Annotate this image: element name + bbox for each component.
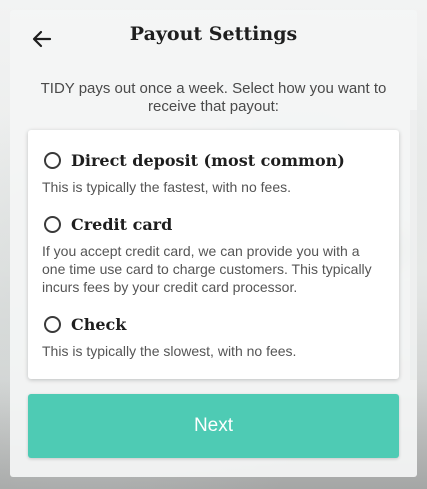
option-label: Direct deposit (most common) [71,151,345,170]
radio-direct-deposit[interactable] [44,152,61,169]
option-header: Check [42,314,385,338]
next-button[interactable]: Next [28,394,399,458]
option-label: Credit card [71,215,173,234]
payout-settings-panel: Payout Settings TIDY pays out once a wee… [10,10,417,477]
option-description: If you accept credit card, we can provid… [42,243,372,295]
option-header: Credit card [42,214,385,238]
payout-options-card: Direct deposit (most common) This is typ… [28,130,399,379]
page-title: Payout Settings [129,23,298,45]
option-credit-card[interactable]: Credit card If you accept credit card, w… [42,214,385,296]
intro-text: TIDY pays out once a week. Select how yo… [40,80,387,115]
option-direct-deposit[interactable]: Direct deposit (most common) This is typ… [42,150,385,196]
option-description: This is typically the fastest, with no f… [42,179,291,195]
option-check[interactable]: Check This is typically the slowest, wit… [42,314,385,360]
option-label: Check [71,315,127,334]
option-header: Direct deposit (most common) [42,150,385,174]
radio-credit-card[interactable] [44,216,61,233]
option-description: This is typically the slowest, with no f… [42,343,297,359]
radio-check[interactable] [44,316,61,333]
page-header: Payout Settings [10,10,417,65]
